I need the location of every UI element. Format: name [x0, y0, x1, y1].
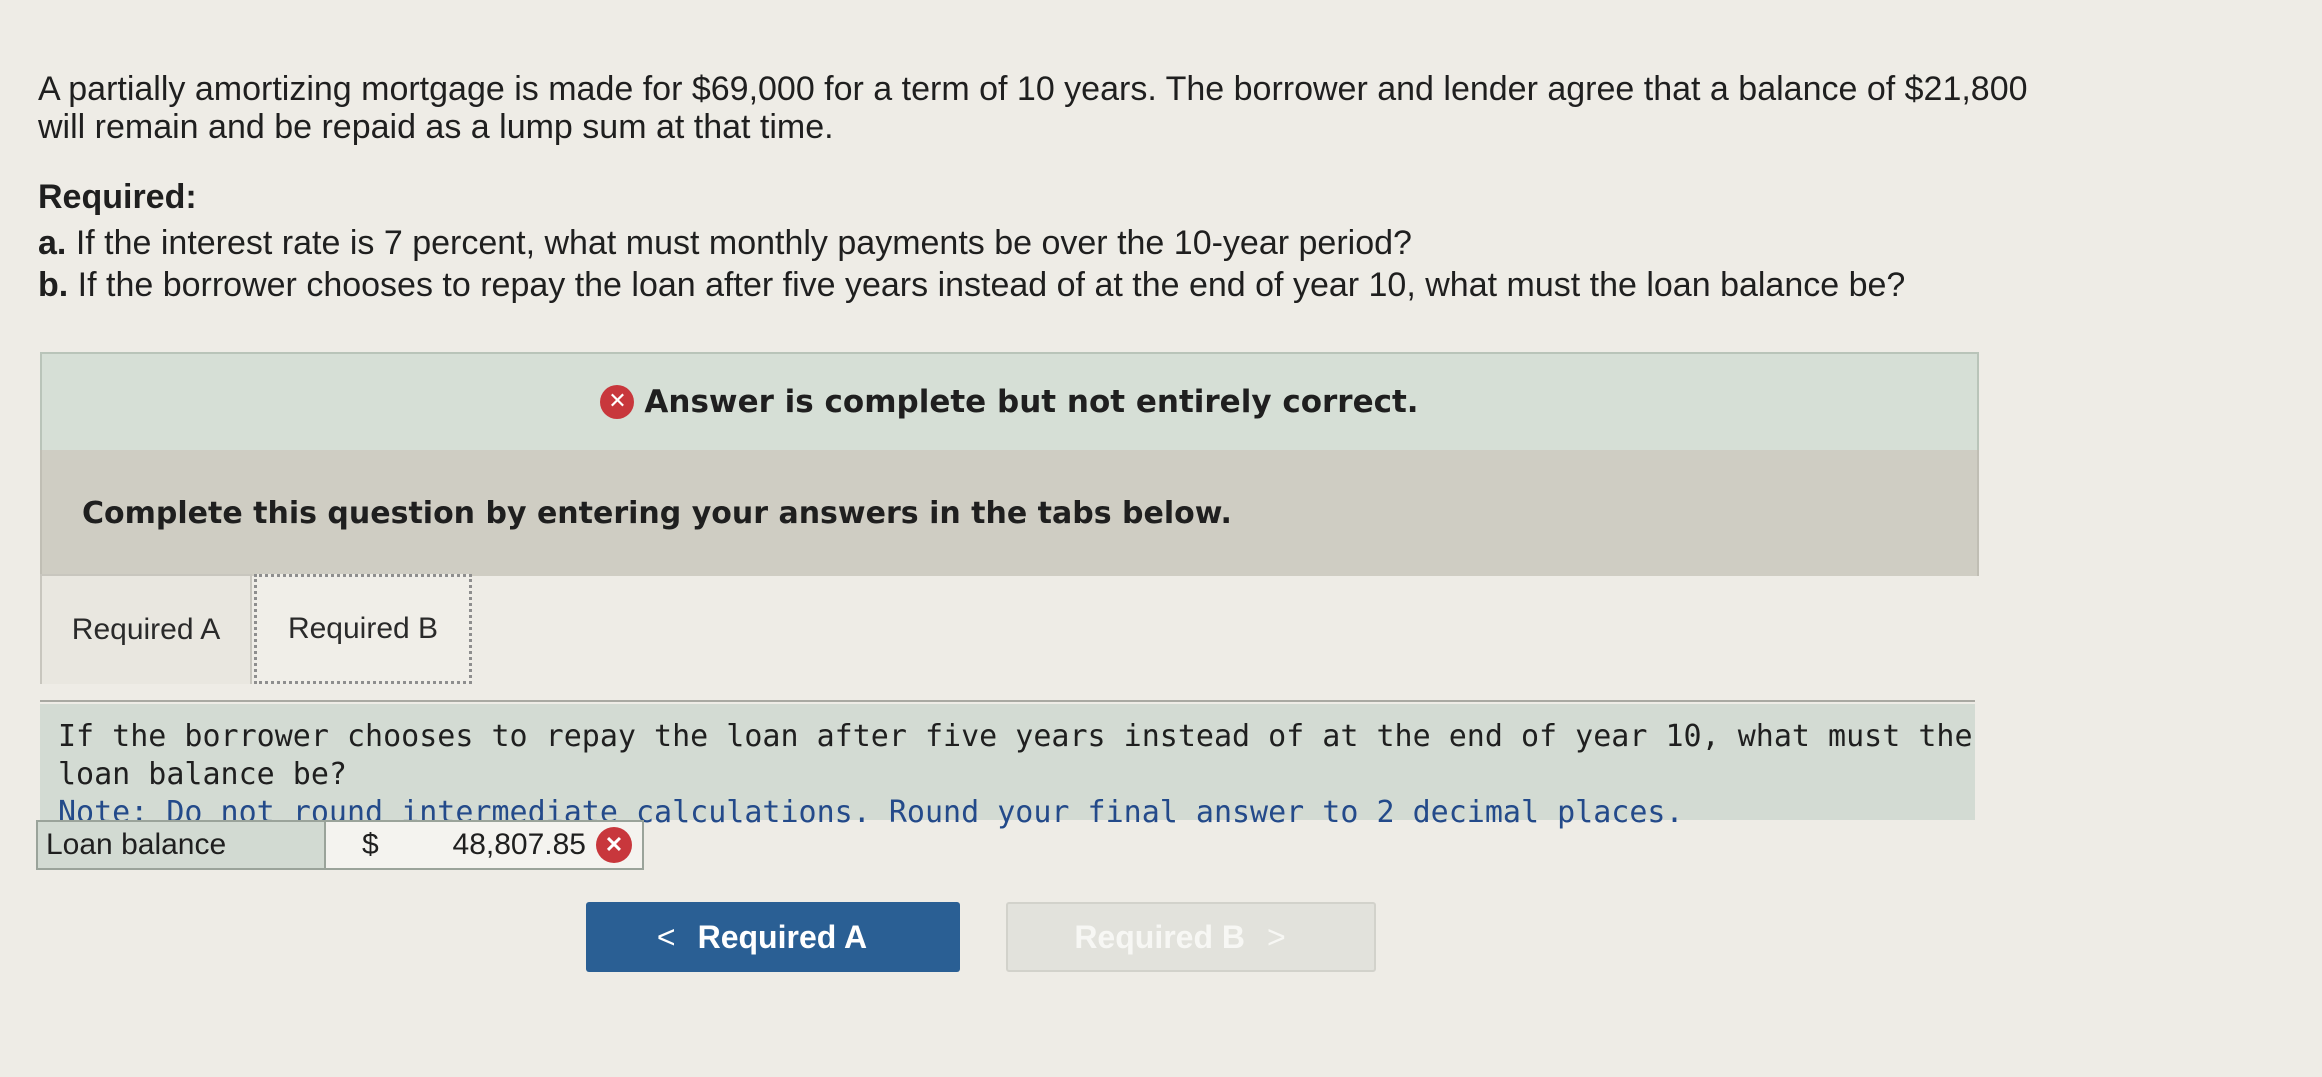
required-item-b-text: If the borrower chooses to repay the loa…: [77, 266, 1906, 304]
question-text: If the borrower chooses to repay the loa…: [58, 719, 1973, 792]
loan-balance-label: Loan balance: [36, 820, 326, 870]
tab-required-b[interactable]: Required B: [254, 574, 472, 684]
answer-status-text: Answer is complete but not entirely corr…: [644, 384, 1419, 420]
currency-symbol: $: [362, 828, 379, 861]
problem-statement: A partially amortizing mortgage is made …: [38, 70, 2138, 146]
chevron-left-icon: <: [656, 918, 676, 955]
problem-line-1: A partially amortizing mortgage is made …: [38, 70, 2028, 108]
x-circle-icon: ✕: [600, 385, 635, 419]
required-item-b: b. If the borrower chooses to repay the …: [38, 264, 1905, 306]
tab-required-a-label: Required A: [71, 613, 221, 646]
required-item-a-prefix: a.: [38, 224, 67, 262]
required-heading: Required:: [38, 178, 197, 216]
required-item-b-prefix: b.: [38, 266, 69, 304]
next-button[interactable]: Required B >: [1006, 902, 1376, 972]
loan-balance-value: 48,807.85: [452, 828, 586, 861]
tab-required-b-label: Required B: [287, 612, 439, 645]
required-list: a. If the interest rate is 7 percent, wh…: [38, 222, 1905, 306]
x-circle-icon: ✕: [596, 827, 632, 863]
instructions-panel: Complete this question by entering your …: [40, 450, 1979, 576]
loan-balance-input[interactable]: $ 48,807.85 ✕: [326, 820, 644, 870]
problem-line-2: will remain and be repaid as a lump sum …: [38, 108, 834, 146]
tab-divider: [40, 700, 1975, 702]
previous-button-label: Required A: [697, 918, 868, 955]
required-item-a: a. If the interest rate is 7 percent, wh…: [38, 222, 1905, 264]
next-button-label: Required B: [1074, 918, 1245, 955]
chevron-right-icon: >: [1267, 918, 1286, 955]
answer-status-banner: ✕ Answer is complete but not entirely co…: [40, 352, 1979, 452]
answer-row: Loan balance $ 48,807.85 ✕: [36, 820, 644, 870]
tab-required-a[interactable]: Required A: [40, 574, 252, 684]
instructions-text: Complete this question by entering your …: [82, 495, 1232, 531]
previous-button[interactable]: < Required A: [586, 902, 960, 972]
required-item-a-text: If the interest rate is 7 percent, what …: [75, 224, 1412, 262]
question-panel: If the borrower chooses to repay the loa…: [40, 704, 1975, 830]
